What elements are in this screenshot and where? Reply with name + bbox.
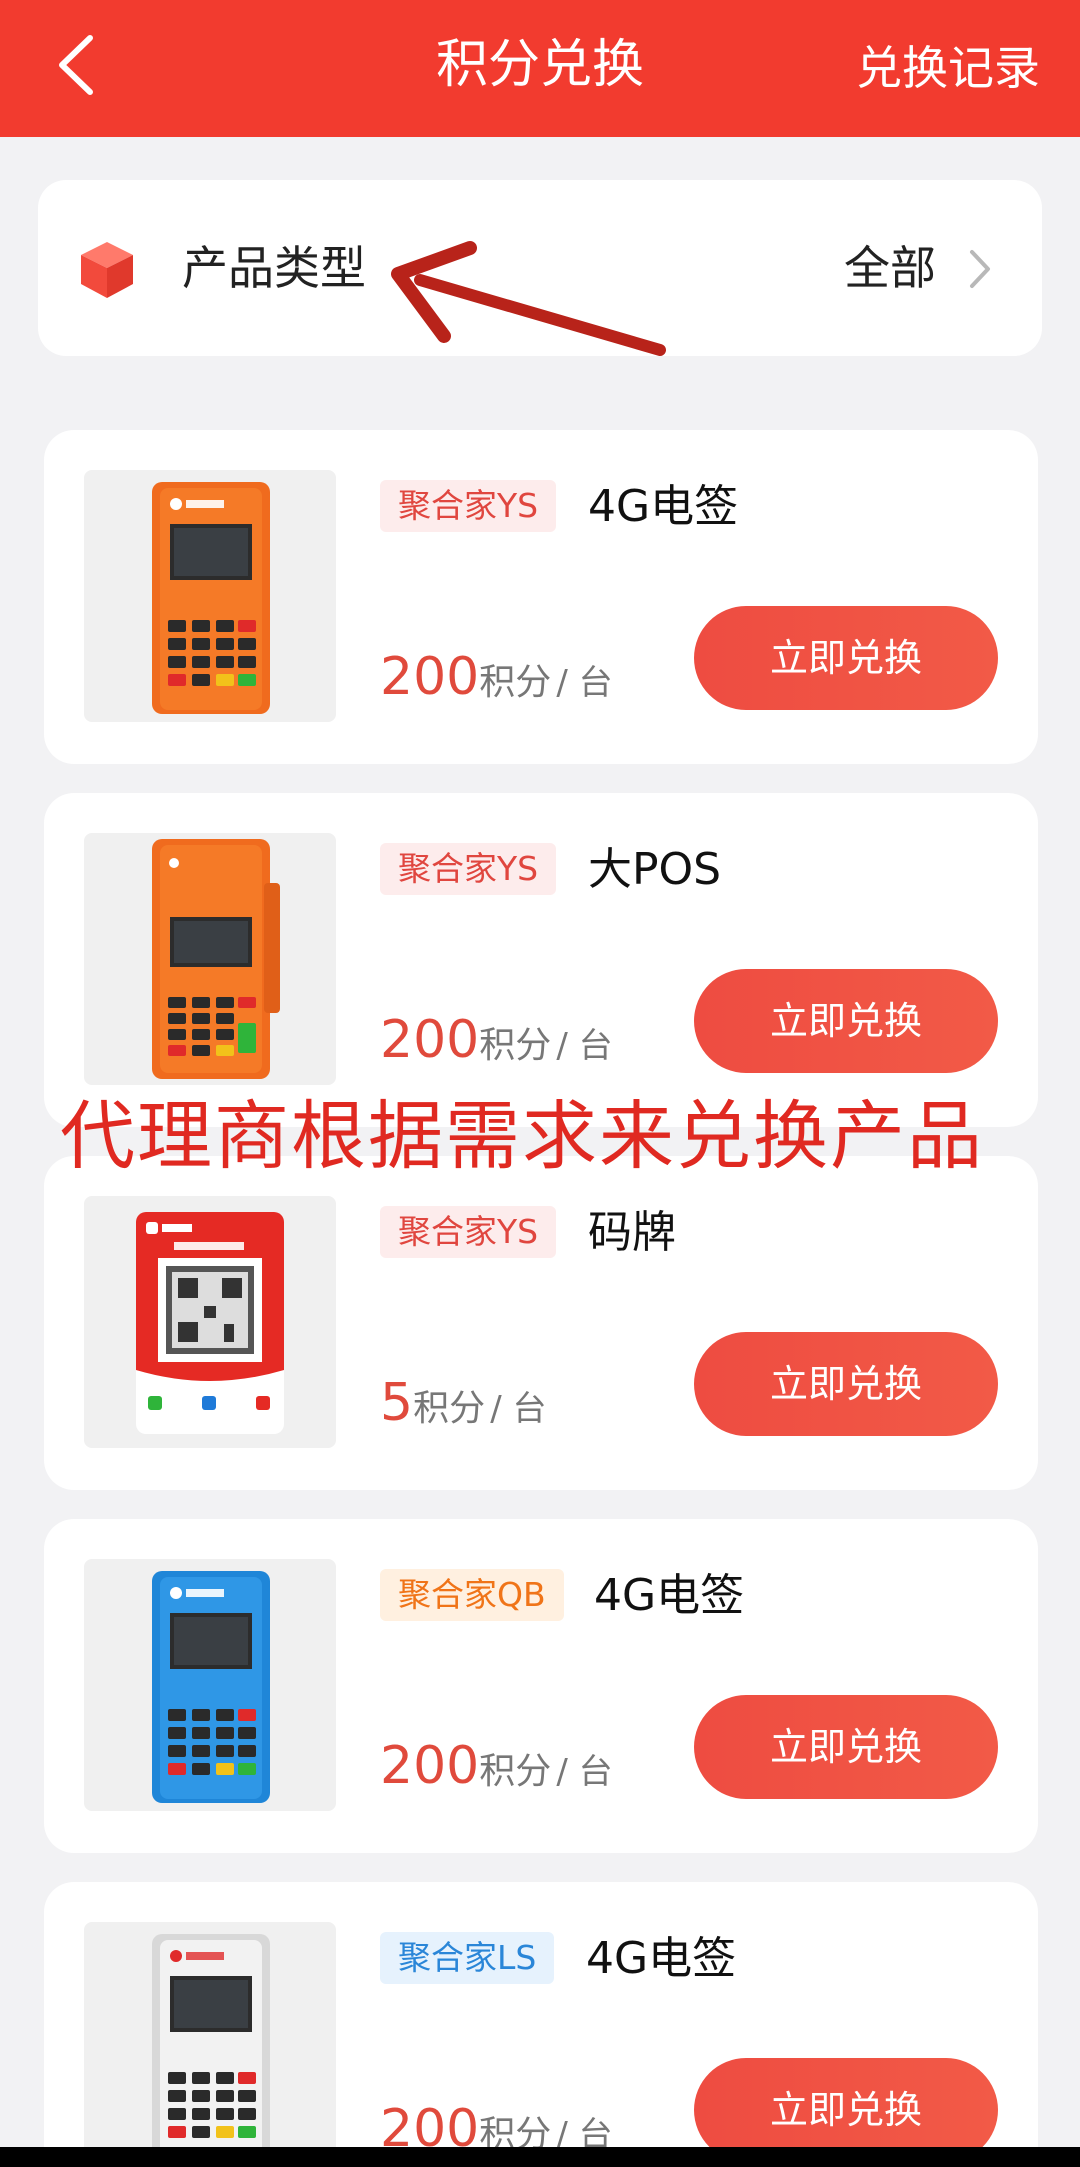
cube-icon [81,242,133,298]
product-price: 200积分 / 台 [380,1010,613,1070]
product-price: 200积分 / 台 [380,647,613,707]
product-name: 码牌 [588,1207,676,1258]
filter-label: 产品类型 [182,241,366,295]
product-image [84,833,336,1085]
arrow-icon [391,241,666,356]
system-nav-bar [0,2147,1080,2167]
exchange-record-link[interactable]: 兑换记录 [856,36,1040,100]
product-name: 大POS [588,844,722,895]
top-bar: 积分兑换 兑换记录 [0,0,1080,137]
product-tag: 聚合家QB [380,1569,564,1621]
redeem-button[interactable]: 立即兑换 [694,1695,998,1799]
product-card: 聚合家QB 4G电签 200积分 / 台 立即兑换 [44,1519,1038,1853]
product-tag: 聚合家YS [380,843,557,895]
product-card: 聚合家YS 大POS 200积分 / 台 立即兑换 [44,793,1038,1127]
product-tag: 聚合家YS [380,480,557,532]
annotation-text: 代理商根据需求来兑换产品 [60,1092,985,1180]
product-card: 聚合家LS 4G电签 200积分 / 台 立即兑换 [44,1882,1038,2167]
redeem-button[interactable]: 立即兑换 [694,1332,998,1436]
redeem-button[interactable]: 立即兑换 [694,969,998,1073]
product-price: 200积分 / 台 [380,1736,613,1796]
product-tag: 聚合家LS [380,1932,555,1984]
chevron-right-icon [970,250,990,288]
product-image [84,1196,336,1448]
product-name: 4G电签 [594,1570,745,1621]
product-image [84,1922,336,2167]
product-image [84,470,336,722]
product-name: 4G电签 [586,1933,737,1984]
product-tag: 聚合家YS [380,1206,557,1258]
product-card: 聚合家YS 码牌 5积分 / 台 立即兑换 [44,1156,1038,1490]
product-image [84,1559,336,1811]
product-name: 4G电签 [588,481,739,532]
product-price: 5积分 / 台 [380,1373,547,1433]
redeem-button[interactable]: 立即兑换 [694,606,998,710]
product-card: 聚合家YS 4G电签 200积分 / 台 立即兑换 [44,430,1038,764]
filter-value: 全部 [844,241,936,295]
